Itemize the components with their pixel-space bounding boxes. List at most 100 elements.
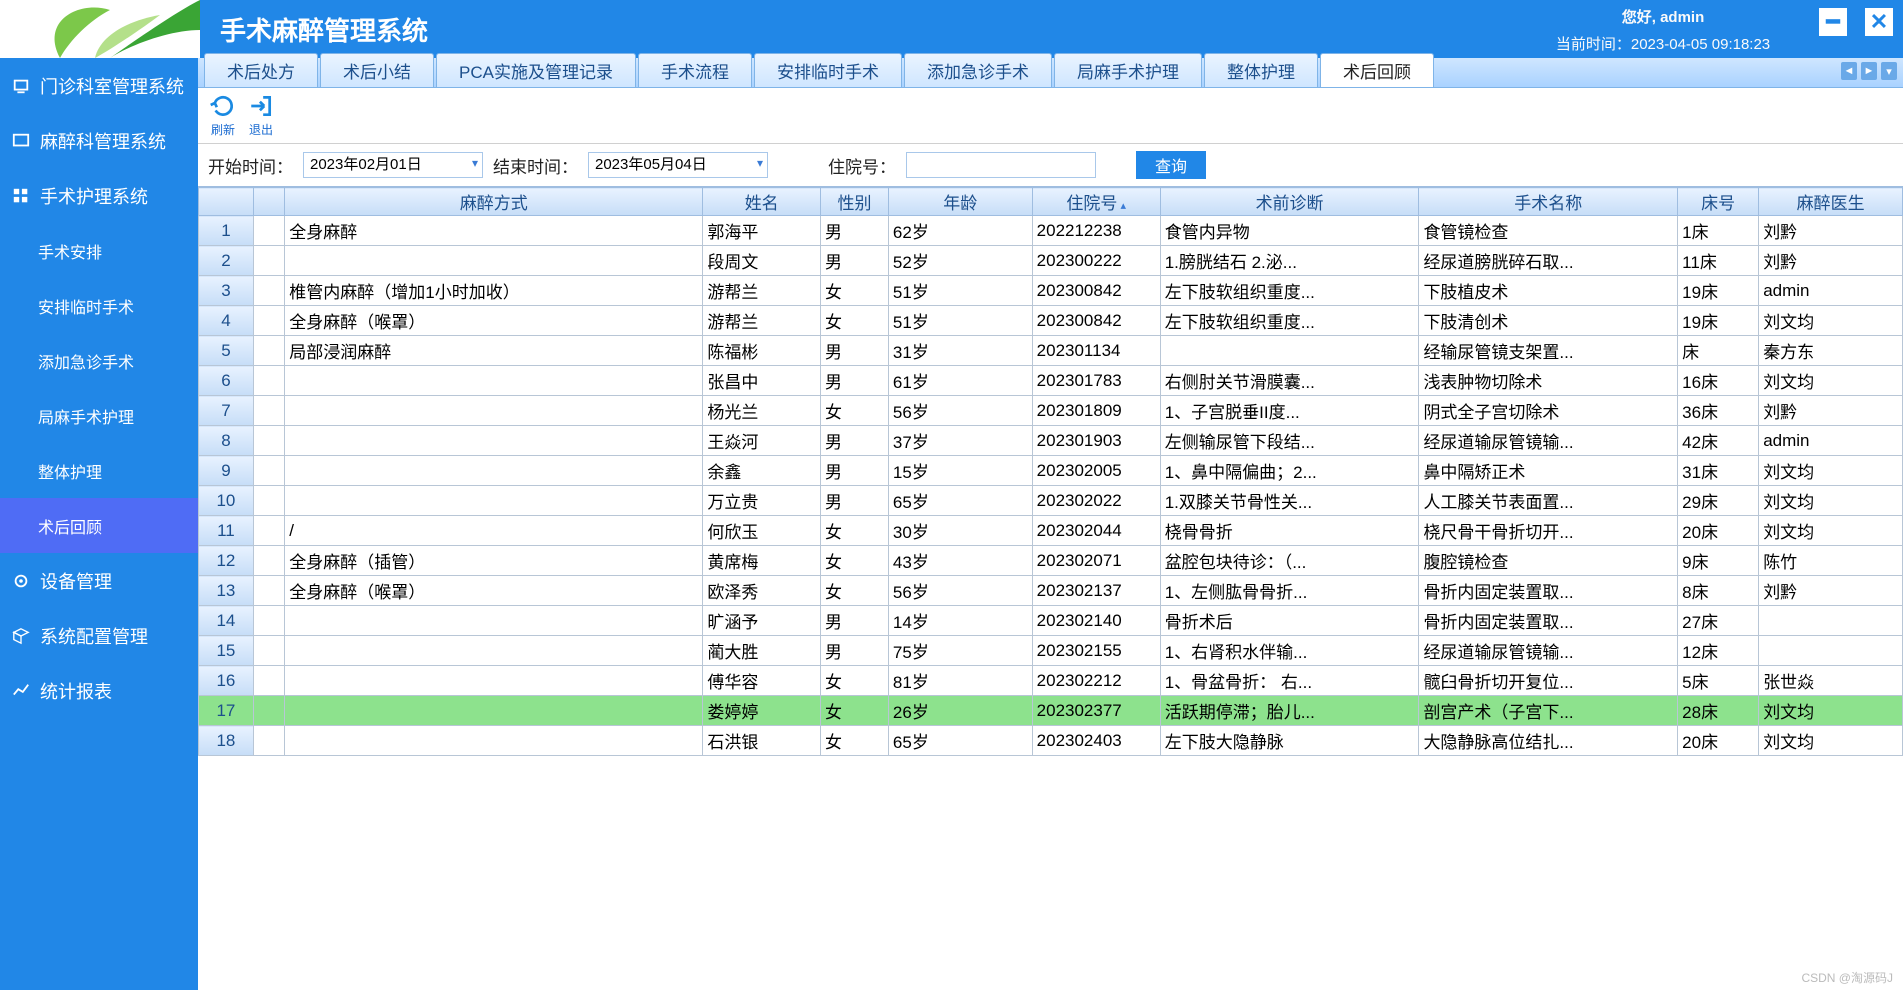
exit-button[interactable]: 退出 bbox=[244, 93, 278, 138]
row-number: 17 bbox=[199, 696, 254, 726]
sidebar-item-4[interactable]: 系统配置管理 bbox=[0, 608, 198, 663]
tab-menu-icon[interactable]: ▾ bbox=[1881, 62, 1897, 80]
cell bbox=[253, 306, 284, 336]
sidebar-item-5[interactable]: 统计报表 bbox=[0, 663, 198, 718]
sidebar-sub-2-0[interactable]: 手术安排 bbox=[0, 223, 198, 278]
col-header-0[interactable] bbox=[253, 188, 284, 216]
cell: 刘文均 bbox=[1759, 516, 1903, 546]
table-row[interactable]: 13全身麻醉（喉罩）欧泽秀女56岁2023021371、左侧肱骨骨折...骨折内… bbox=[199, 576, 1903, 606]
grid-icon bbox=[12, 187, 30, 205]
cell: 28床 bbox=[1678, 696, 1759, 726]
cell: 202301783 bbox=[1032, 366, 1160, 396]
tab-scroll-left-icon[interactable]: ◄ bbox=[1841, 62, 1857, 80]
cell: 男 bbox=[820, 606, 888, 636]
tab-7[interactable]: 整体护理 bbox=[1204, 53, 1318, 87]
table-row[interactable]: 7杨光兰女56岁2023018091、子宫脱垂II度...阴式全子宫切除术36床… bbox=[199, 396, 1903, 426]
sidebar-sub-2-5[interactable]: 术后回顾 bbox=[0, 498, 198, 553]
col-header-8[interactable]: 床号 bbox=[1678, 188, 1759, 216]
cube-icon bbox=[12, 627, 30, 645]
tab-8[interactable]: 术后回顾 bbox=[1320, 53, 1434, 87]
cell: 202302212 bbox=[1032, 666, 1160, 696]
greeting: 您好, admin bbox=[1483, 6, 1843, 27]
app-title: 手术麻醉管理系统 bbox=[220, 11, 428, 48]
table-row[interactable]: 15蔺大胜男75岁2023021551、右肾积水伴输...经尿道输尿管镜输...… bbox=[199, 636, 1903, 666]
sidebar-item-3[interactable]: 设备管理 bbox=[0, 553, 198, 608]
tab-3[interactable]: 手术流程 bbox=[638, 53, 752, 87]
start-date-input[interactable]: 2023年02月01日 bbox=[303, 152, 483, 178]
end-date-input[interactable]: 2023年05月04日 bbox=[588, 152, 768, 178]
sidebar-item-1[interactable]: 麻醉科管理系统 bbox=[0, 113, 198, 168]
col-header-1[interactable]: 麻醉方式 bbox=[285, 188, 703, 216]
sidebar-sub-2-1[interactable]: 安排临时手术 bbox=[0, 278, 198, 333]
time-value: 2023-04-05 09:18:23 bbox=[1631, 36, 1770, 53]
col-header-7[interactable]: 手术名称 bbox=[1419, 188, 1678, 216]
col-header-9[interactable]: 麻醉医生 bbox=[1759, 188, 1903, 216]
cell bbox=[253, 516, 284, 546]
sidebar-label: 统计报表 bbox=[40, 678, 112, 704]
cell bbox=[253, 696, 284, 726]
monitor-icon bbox=[12, 77, 30, 95]
table-row[interactable]: 12全身麻醉（插管）黄席梅女43岁202302071盆腔包块待诊：（...腹腔镜… bbox=[199, 546, 1903, 576]
sidebar-label: 门诊科室管理系统 bbox=[40, 73, 184, 99]
cell: 女 bbox=[820, 546, 888, 576]
close-button[interactable]: ✕ bbox=[1865, 8, 1893, 36]
exit-label: 退出 bbox=[249, 123, 273, 137]
sidebar-item-0[interactable]: 门诊科室管理系统 bbox=[0, 58, 198, 113]
tab-6[interactable]: 局麻手术护理 bbox=[1054, 53, 1202, 87]
table-row[interactable]: 16傅华容女81岁2023022121、骨盆骨折： 右...髋臼骨折切开复位..… bbox=[199, 666, 1903, 696]
col-header-4[interactable]: 年龄 bbox=[888, 188, 1032, 216]
cell: 张昌中 bbox=[703, 366, 821, 396]
col-header-2[interactable]: 姓名 bbox=[703, 188, 821, 216]
sidebar-item-2[interactable]: 手术护理系统 bbox=[0, 168, 198, 223]
table-row[interactable]: 8王焱河男37岁202301903左侧输尿管下段结...经尿道输尿管镜输...4… bbox=[199, 426, 1903, 456]
table-row[interactable]: 14旷涵予男14岁202302140骨折术后骨折内固定装置取...27床 bbox=[199, 606, 1903, 636]
table-row[interactable]: 17娄婷婷女26岁202302377活跃期停滞；胎儿...剖宫产术（子宫下...… bbox=[199, 696, 1903, 726]
cell: 左下肢软组织重度... bbox=[1160, 306, 1419, 336]
sidebar-label: 系统配置管理 bbox=[40, 623, 148, 649]
cell bbox=[285, 366, 703, 396]
cell: 15岁 bbox=[888, 456, 1032, 486]
minimize-button[interactable]: ━ bbox=[1819, 8, 1847, 36]
table-row[interactable]: 6张昌中男61岁202301783右侧肘关节滑膜囊...浅表肿物切除术16床刘文… bbox=[199, 366, 1903, 396]
table-row[interactable]: 4全身麻醉（喉罩）游帮兰女51岁202300842左下肢软组织重度...下肢清创… bbox=[199, 306, 1903, 336]
tab-0[interactable]: 术后处方 bbox=[204, 53, 318, 87]
cell bbox=[1759, 636, 1903, 666]
cell: 男 bbox=[820, 456, 888, 486]
col-header-5[interactable]: 住院号 bbox=[1032, 188, 1160, 216]
table-row[interactable]: 10万立贵男65岁2023020221.双膝关节骨性关...人工膝关节表面置..… bbox=[199, 486, 1903, 516]
cell bbox=[253, 546, 284, 576]
table-row[interactable]: 3椎管内麻醉（增加1小时加收）游帮兰女51岁202300842左下肢软组织重度.… bbox=[199, 276, 1903, 306]
table-row[interactable]: 1全身麻醉郭海平男62岁202212238食管内异物食管镜检查1床刘黔 bbox=[199, 216, 1903, 246]
sidebar-sub-2-2[interactable]: 添加急诊手术 bbox=[0, 333, 198, 388]
cell: 202212238 bbox=[1032, 216, 1160, 246]
tab-1[interactable]: 术后小结 bbox=[320, 53, 434, 87]
table-row[interactable]: 5局部浸润麻醉陈福彬男31岁202301134经输尿管镜支架置...床秦方东 bbox=[199, 336, 1903, 366]
table-row[interactable]: 2段周文男52岁2023002221.膀胱结石 2.泌...经尿道膀胱碎石取..… bbox=[199, 246, 1903, 276]
cell: 刘文均 bbox=[1759, 726, 1903, 756]
cell: 女 bbox=[820, 666, 888, 696]
cell: 61岁 bbox=[888, 366, 1032, 396]
cell: 62岁 bbox=[888, 216, 1032, 246]
table-row[interactable]: 18石洪银女65岁202302403左下肢大隐静脉大隐静脉高位结扎...20床刘… bbox=[199, 726, 1903, 756]
cell: 桡尺骨干骨折切开... bbox=[1419, 516, 1678, 546]
col-header-6[interactable]: 术前诊断 bbox=[1160, 188, 1419, 216]
table-row[interactable]: 11/何欣玉女30岁202302044桡骨骨折桡尺骨干骨折切开...20床刘文均 bbox=[199, 516, 1903, 546]
cell bbox=[1759, 606, 1903, 636]
tab-scroll-right-icon[interactable]: ► bbox=[1861, 62, 1877, 80]
tab-2[interactable]: PCA实施及管理记录 bbox=[436, 53, 636, 87]
cell: 女 bbox=[820, 576, 888, 606]
sidebar-sub-2-3[interactable]: 局麻手术护理 bbox=[0, 388, 198, 443]
cell: 202302155 bbox=[1032, 636, 1160, 666]
cell: 刘文均 bbox=[1759, 486, 1903, 516]
cell: 经尿道膀胱碎石取... bbox=[1419, 246, 1678, 276]
sidebar-sub-2-4[interactable]: 整体护理 bbox=[0, 443, 198, 498]
cell: 刘文均 bbox=[1759, 366, 1903, 396]
tab-4[interactable]: 安排临时手术 bbox=[754, 53, 902, 87]
refresh-button[interactable]: 刷新 bbox=[206, 93, 240, 138]
col-header-3[interactable]: 性别 bbox=[820, 188, 888, 216]
hosp-no-input[interactable] bbox=[906, 152, 1096, 178]
cell: 65岁 bbox=[888, 486, 1032, 516]
tab-5[interactable]: 添加急诊手术 bbox=[904, 53, 1052, 87]
query-button[interactable]: 查询 bbox=[1136, 151, 1206, 179]
table-row[interactable]: 9余鑫男15岁2023020051、鼻中隔偏曲；2...鼻中隔矫正术31床刘文均 bbox=[199, 456, 1903, 486]
